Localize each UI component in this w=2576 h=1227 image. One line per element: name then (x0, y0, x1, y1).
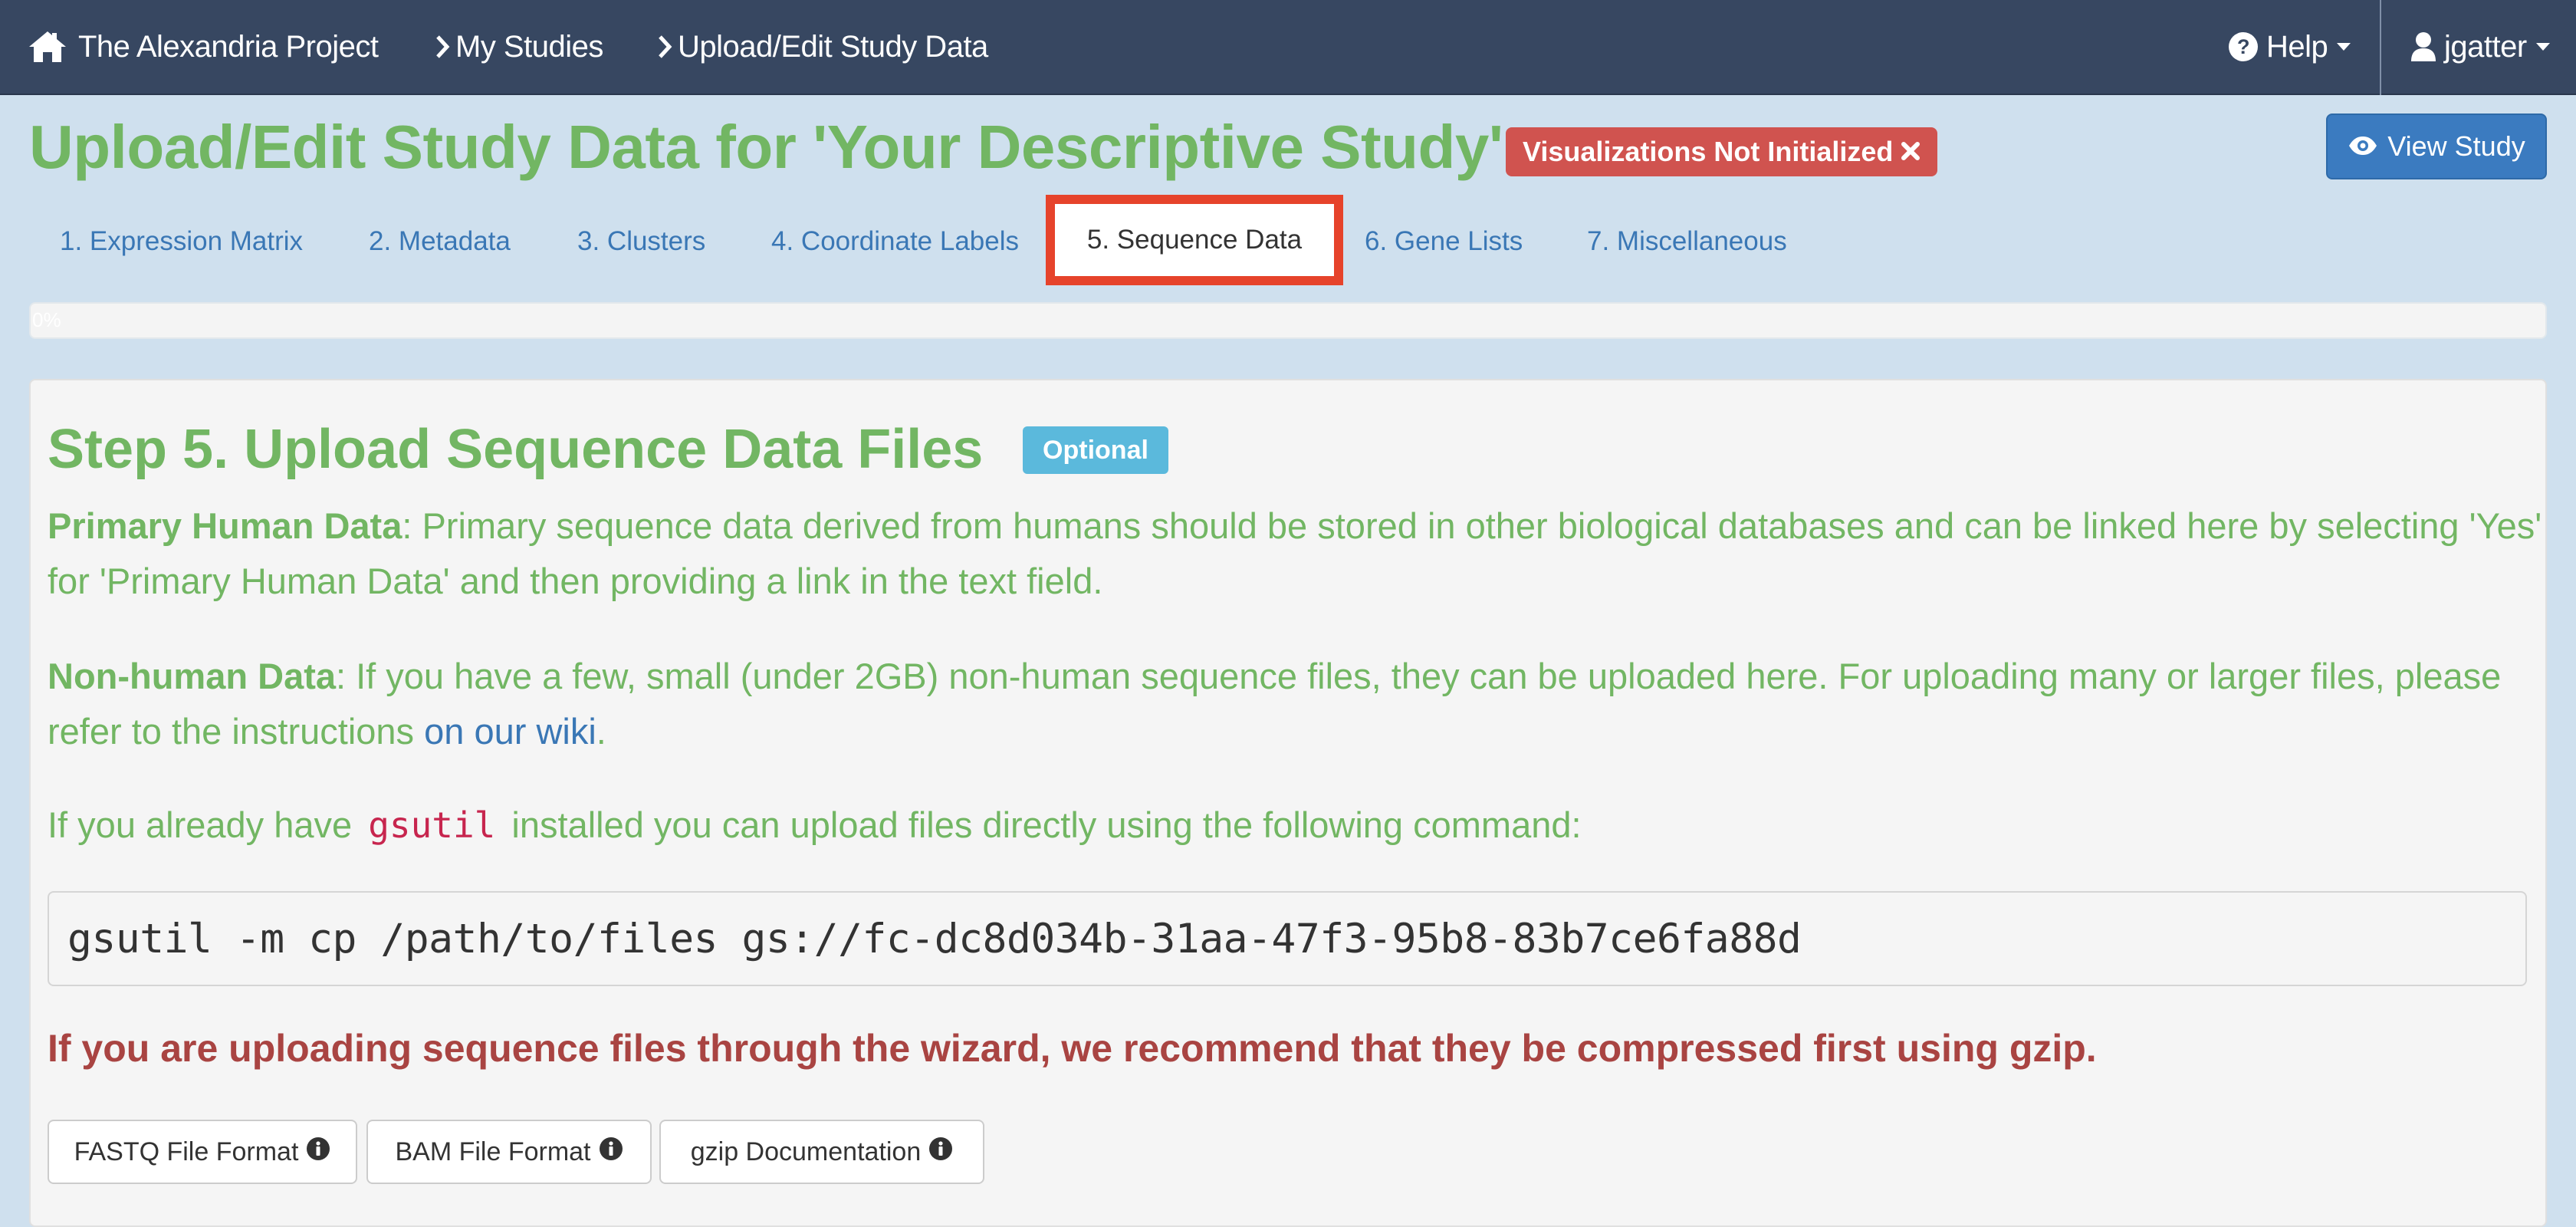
tab-gene-lists[interactable]: 6. Gene Lists (1365, 215, 1523, 268)
status-badge: Visualizations Not Initialized (1506, 127, 1938, 176)
gzip-warning: If you are uploading sequence files thro… (48, 1027, 2097, 1070)
nav-my-studies[interactable]: My Studies (434, 0, 603, 94)
info-circle-icon (921, 1137, 953, 1168)
wiki-link[interactable]: on our wiki (424, 711, 596, 752)
fastq-format-label: FASTQ File Format (74, 1137, 299, 1166)
bam-format-label: BAM File Format (395, 1137, 591, 1166)
view-study-button[interactable]: View Study (2326, 113, 2547, 179)
tab-miscellaneous[interactable]: 7. Miscellaneous (1587, 215, 1787, 268)
gsutil-pre: If you already have (48, 804, 363, 845)
user-dropdown[interactable]: jgatter (2410, 0, 2550, 94)
non-human-data-end: . (596, 711, 606, 752)
status-badge-label: Visualizations Not Initialized (1523, 136, 1894, 167)
info-circle-icon (298, 1137, 330, 1168)
page-title: Upload/Edit Study Data for 'Your Descrip… (29, 113, 1503, 181)
tab-sequence-data[interactable]: 5. Sequence Data (1046, 195, 1343, 285)
primary-human-data-heading: Primary Human Data (48, 505, 402, 546)
gzip-documentation-label: gzip Documentation (690, 1137, 922, 1166)
help-label: Help (2266, 29, 2328, 64)
close-icon[interactable] (1893, 136, 1921, 168)
navbar-divider (2380, 0, 2381, 95)
gsutil-command[interactable]: gsutil -m cp /path/to/files gs://fc-dc8d… (48, 891, 2527, 986)
optional-badge: Optional (1023, 426, 1168, 474)
brand-link[interactable]: The Alexandria Project (28, 0, 379, 94)
nav-my-studies-label: My Studies (455, 29, 603, 64)
view-study-label: View Study (2387, 130, 2525, 162)
caret-down-icon (2337, 43, 2351, 51)
gsutil-instructions: If you already have gsutil installed you… (48, 798, 2547, 853)
non-human-data-body: : If you have a few, small (under 2GB) n… (48, 656, 2502, 752)
tab-expression-matrix[interactable]: 1. Expression Matrix (60, 215, 303, 268)
top-navbar: The Alexandria Project My Studies Upload… (0, 0, 2576, 95)
upload-progress-bar: 0% (29, 302, 2547, 339)
tab-metadata[interactable]: 2. Metadata (369, 215, 511, 268)
user-name: jgatter (2444, 29, 2527, 64)
chevron-right-icon (656, 35, 678, 59)
chevron-right-icon (434, 35, 455, 59)
eye-icon (2348, 130, 2387, 163)
non-human-data-heading: Non-human Data (48, 656, 336, 696)
nav-upload-edit-label: Upload/Edit Study Data (678, 29, 988, 64)
bam-format-button[interactable]: BAM File Format (366, 1120, 652, 1184)
caret-down-icon (2535, 43, 2550, 51)
primary-human-data-body: : Primary sequence data derived from hum… (48, 505, 2542, 601)
step-title: Step 5. Upload Sequence Data Files (48, 419, 984, 480)
svg-text:?: ? (2237, 35, 2249, 58)
gsutil-code: gsutil (368, 804, 496, 846)
primary-human-data-text: Primary Human Data: Primary sequence dat… (48, 498, 2547, 609)
home-icon (28, 30, 78, 64)
gsutil-post: installed you can upload files directly … (501, 804, 1582, 845)
progress-label: 0% (32, 308, 61, 331)
user-icon (2410, 31, 2444, 62)
tab-coordinate-labels[interactable]: 4. Coordinate Labels (771, 215, 1019, 268)
question-circle-icon: ? (2228, 31, 2266, 62)
fastq-format-button[interactable]: FASTQ File Format (48, 1120, 357, 1184)
help-dropdown[interactable]: ? Help (2228, 0, 2351, 94)
info-circle-icon (591, 1137, 623, 1168)
non-human-data-text: Non-human Data: If you have a few, small… (48, 649, 2547, 759)
tab-clusters[interactable]: 3. Clusters (577, 215, 705, 268)
gzip-documentation-button[interactable]: gzip Documentation (659, 1120, 984, 1184)
nav-upload-edit[interactable]: Upload/Edit Study Data (656, 0, 988, 94)
brand-label: The Alexandria Project (78, 29, 379, 64)
